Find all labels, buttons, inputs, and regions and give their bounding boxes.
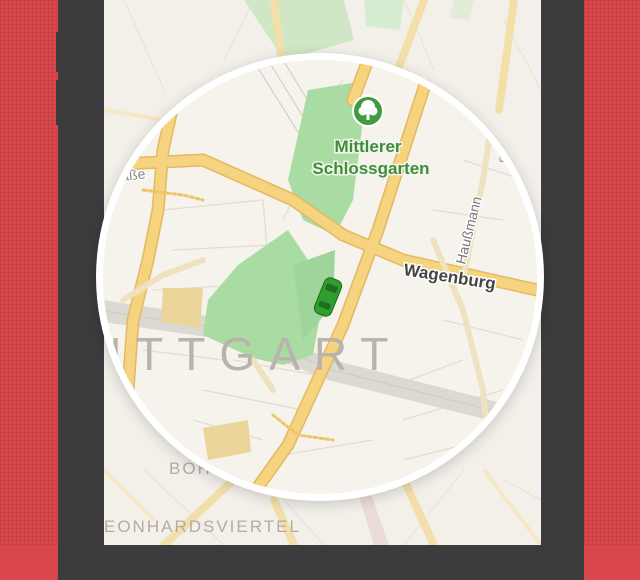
park-label-line2: Schlossgarten [312,159,429,178]
district-label-bottom: EONHARDSVIERTEL [104,517,301,536]
city-label: UTTGART [103,328,402,380]
volume-down-button [56,80,64,125]
park-label-line1: Mittlerer [334,137,401,156]
magnified-map: Mittlerer Schlossgarten Wagenburg Haußma… [103,60,537,494]
magnifier-lens: Mittlerer Schlossgarten Wagenburg Haußma… [103,60,537,494]
building-1 [161,288,203,328]
volume-up-button [56,32,64,72]
tree-icon [352,95,384,127]
